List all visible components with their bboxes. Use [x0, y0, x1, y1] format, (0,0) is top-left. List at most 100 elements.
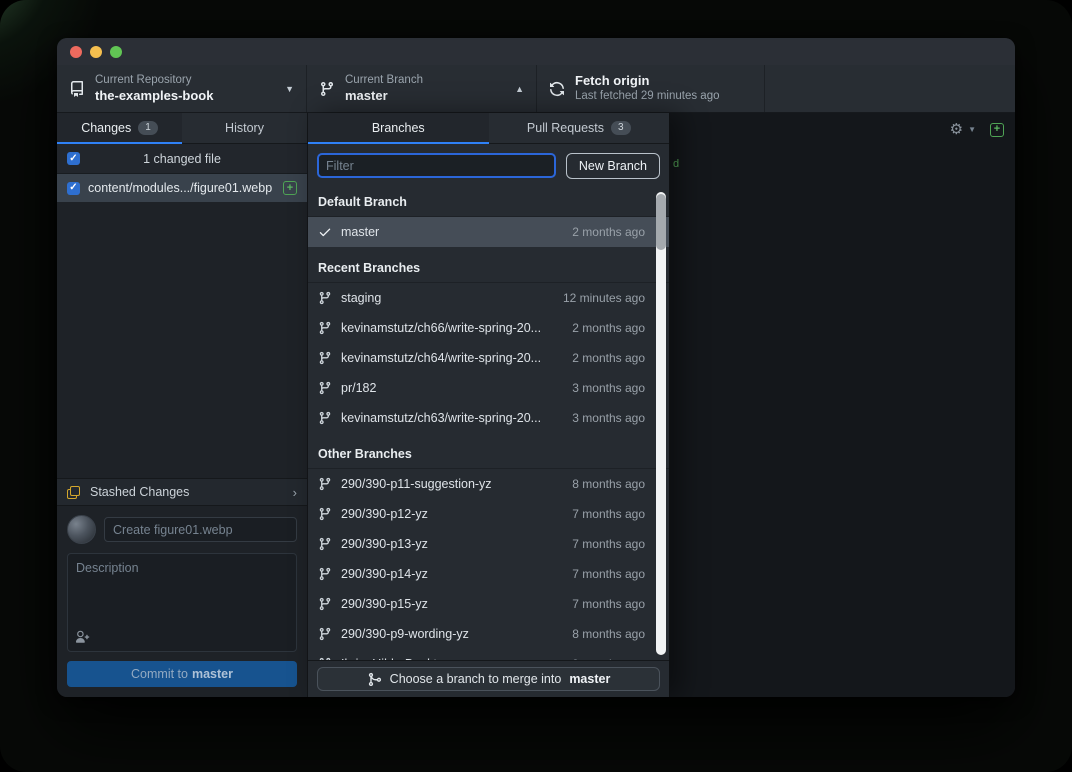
scrollbar-track[interactable]	[656, 192, 666, 655]
branch-name: kevinamstutz/ch63/write-spring-20...	[341, 411, 541, 425]
branch-name: kevinamstutz/ch66/write-spring-20...	[341, 321, 541, 335]
branch-name: kevinamstutz/ch64/write-spring-20...	[341, 351, 541, 365]
tab-pull-requests-label: Pull Requests	[527, 121, 604, 135]
commit-summary-row	[67, 515, 297, 544]
new-branch-button[interactable]: New Branch	[566, 153, 660, 179]
branch-row[interactable]: 290/390-p9-wording-yz 8 months ago	[308, 619, 669, 649]
branch-row[interactable]: IbrinaHilda-Desktop 9 months ago	[308, 649, 669, 660]
tab-branches-label: Branches	[372, 121, 425, 135]
changed-file-name: content/modules.../figure01.webp	[88, 181, 275, 195]
branches-popover: Branches Pull Requests 3 New Branch Defa…	[308, 113, 670, 697]
tab-changes[interactable]: Changes 1	[57, 113, 182, 144]
diff-header-text-fragment: d	[673, 158, 679, 170]
changed-file-row[interactable]: ✓ content/modules.../figure01.webp +	[57, 174, 307, 202]
fetch-origin-title: Fetch origin	[575, 73, 752, 89]
changes-count-badge: 1	[138, 121, 158, 135]
file-checkbox[interactable]: ✓	[67, 182, 80, 195]
add-coauthor-icon[interactable]	[75, 630, 90, 645]
tab-history[interactable]: History	[182, 113, 307, 144]
branch-name: staging	[341, 291, 381, 305]
current-repository-value: the-examples-book	[95, 88, 275, 104]
branch-time: 8 months ago	[572, 627, 645, 641]
choose-branch-to-merge-button[interactable]: Choose a branch to merge into master	[317, 667, 660, 691]
current-branch-label: Current Branch	[345, 73, 505, 87]
git-branch-icon	[318, 597, 332, 611]
content-area: Changes 1 History ✓ 1 changed file ✓ con…	[57, 113, 1015, 697]
tab-history-label: History	[225, 121, 264, 135]
branch-row[interactable]: 290/390-p11-suggestion-yz 8 months ago	[308, 469, 669, 499]
gear-icon[interactable]: ⚙	[950, 122, 963, 137]
zoom-window-button[interactable]	[110, 46, 122, 58]
branch-name: 290/390-p12-yz	[341, 507, 428, 521]
file-added-status-icon: +	[283, 181, 297, 195]
popover-tabs: Branches Pull Requests 3	[308, 113, 669, 144]
branch-name: IbrinaHilda-Desktop	[341, 657, 451, 660]
chevron-down-icon: ▼	[285, 84, 294, 94]
close-window-button[interactable]	[70, 46, 82, 58]
branch-time: 7 months ago	[572, 537, 645, 551]
git-branch-icon	[318, 657, 332, 660]
branch-row[interactable]: 290/390-p12-yz 7 months ago	[308, 499, 669, 529]
tab-branches[interactable]: Branches	[308, 113, 489, 144]
merge-button-branch: master	[569, 672, 610, 686]
branch-name: 290/390-p15-yz	[341, 597, 428, 611]
branch-row[interactable]: kevinamstutz/ch66/write-spring-20... 2 m…	[308, 313, 669, 343]
sync-icon	[549, 81, 565, 97]
branch-time: 2 months ago	[572, 321, 645, 335]
tab-pull-requests[interactable]: Pull Requests 3	[489, 113, 670, 144]
branch-row[interactable]: 290/390-p15-yz 7 months ago	[308, 589, 669, 619]
section-header: Recent Branches	[308, 253, 669, 283]
fetch-origin-subtitle: Last fetched 29 minutes ago	[575, 89, 752, 103]
branch-name: 290/390-p9-wording-yz	[341, 627, 469, 641]
branch-name: 290/390-p14-yz	[341, 567, 428, 581]
commit-description-box	[67, 553, 297, 652]
minimize-window-button[interactable]	[90, 46, 102, 58]
branch-time: 7 months ago	[572, 597, 645, 611]
branch-time: 2 months ago	[572, 351, 645, 365]
git-branch-icon	[319, 81, 335, 97]
select-all-checkbox[interactable]: ✓	[67, 152, 80, 165]
branch-row[interactable]: pr/182 3 months ago	[308, 373, 669, 403]
section-header: Default Branch	[308, 187, 669, 217]
branch-row[interactable]: kevinamstutz/ch64/write-spring-20... 2 m…	[308, 343, 669, 373]
changed-files-summary-row: ✓ 1 changed file	[57, 144, 307, 174]
git-branch-icon	[318, 477, 332, 491]
changed-files-summary: 1 changed file	[143, 152, 221, 166]
git-branch-icon	[318, 351, 332, 365]
diff-view-area: d ⚙ ▼ +	[670, 113, 1015, 697]
branch-time: 7 months ago	[572, 507, 645, 521]
merge-button-prefix: Choose a branch to merge into	[390, 672, 562, 686]
fetch-origin-button[interactable]: Fetch origin Last fetched 29 minutes ago	[537, 65, 765, 112]
branch-row-master[interactable]: master 2 months ago	[308, 217, 669, 247]
scrollbar-thumb[interactable]	[656, 194, 666, 250]
git-branch-icon	[318, 507, 332, 521]
commit-button[interactable]: Commit to master	[67, 661, 297, 687]
branch-row[interactable]: kevinamstutz/ch63/write-spring-20... 3 m…	[308, 403, 669, 433]
stashed-changes-label: Stashed Changes	[90, 485, 189, 499]
current-repository-button[interactable]: Current Repository the-examples-book ▼	[57, 65, 307, 112]
git-branch-icon	[318, 537, 332, 551]
section-default-branch: Default Branch master 2 months ago	[308, 187, 669, 247]
sidebar-tabs: Changes 1 History	[57, 113, 307, 144]
branch-filter-input[interactable]	[317, 153, 556, 178]
branch-name: master	[341, 225, 379, 239]
branch-name: 290/390-p11-suggestion-yz	[341, 477, 492, 491]
branch-row[interactable]: 290/390-p14-yz 7 months ago	[308, 559, 669, 589]
branch-time: 2 months ago	[572, 225, 645, 239]
github-desktop-window: Current Repository the-examples-book ▼ C…	[57, 38, 1015, 697]
git-branch-icon	[318, 321, 332, 335]
section-header: Other Branches	[308, 439, 669, 469]
section-recent-branches: Recent Branches staging 12 minutes ago k…	[308, 253, 669, 433]
stashed-changes-row[interactable]: Stashed Changes ›	[57, 478, 307, 506]
current-branch-value: master	[345, 88, 505, 104]
diff-view-controls: ⚙ ▼ +	[950, 122, 1004, 137]
branch-row[interactable]: staging 12 minutes ago	[308, 283, 669, 313]
commit-description-input[interactable]	[67, 553, 297, 652]
git-branch-icon	[318, 291, 332, 305]
branch-row[interactable]: 290/390-p13-yz 7 months ago	[308, 529, 669, 559]
desktop-backdrop: Current Repository the-examples-book ▼ C…	[0, 0, 1072, 772]
branch-time: 8 months ago	[572, 477, 645, 491]
current-branch-button[interactable]: Current Branch master ▲	[307, 65, 537, 112]
commit-summary-input[interactable]	[104, 517, 297, 542]
chevron-down-icon: ▼	[968, 125, 976, 134]
